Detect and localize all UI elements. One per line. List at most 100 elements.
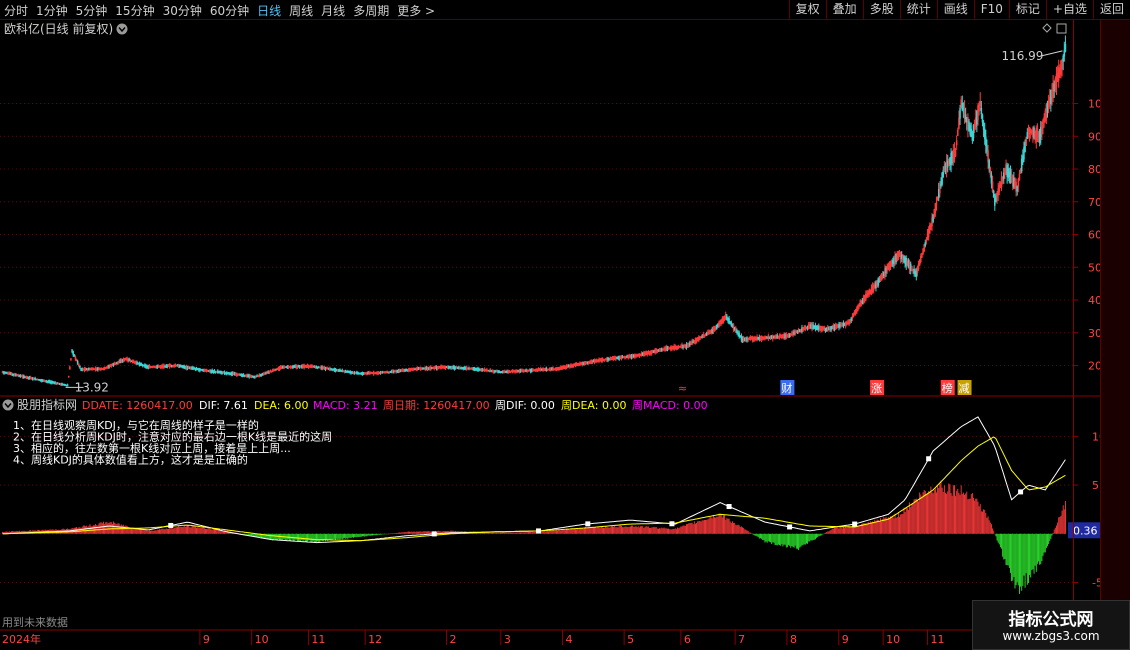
macd-bar — [925, 494, 927, 534]
candle-body — [944, 164, 947, 171]
macd-bar — [349, 533, 351, 538]
macd-bar — [427, 531, 428, 534]
macd-bar — [106, 521, 108, 534]
macd-bar — [177, 527, 178, 534]
macd-bar — [795, 533, 797, 549]
candle-body — [297, 365, 300, 368]
macd-bar — [987, 516, 989, 534]
candle-body — [661, 347, 663, 352]
candle-body — [766, 336, 768, 339]
candle-body — [941, 172, 943, 185]
macd-bar — [341, 533, 343, 540]
candle-body — [768, 336, 771, 339]
candle-body — [88, 367, 90, 371]
candle-body — [242, 374, 245, 377]
macd-bar — [576, 529, 578, 534]
macd-bar — [844, 527, 846, 534]
macd-bar — [211, 529, 213, 534]
macd-bar — [379, 533, 381, 535]
candle-body — [53, 381, 55, 384]
macd-bar — [1039, 533, 1041, 565]
macd-bar — [726, 518, 728, 534]
macd-bar — [764, 533, 766, 543]
macd-bar — [947, 491, 949, 534]
candle-body — [267, 371, 270, 374]
candle-body — [56, 382, 59, 385]
macd-bar — [409, 531, 410, 534]
macd-bar — [932, 493, 934, 534]
macd-bar — [1008, 533, 1010, 569]
macd-bar — [552, 530, 554, 534]
macd-bar — [1005, 533, 1007, 566]
macd-bar — [385, 533, 387, 535]
macd-bar — [692, 524, 694, 534]
macd-bar — [1013, 533, 1015, 577]
candle-body — [1007, 168, 1010, 178]
macd-bar — [886, 518, 888, 534]
macd-bar — [367, 533, 369, 536]
candle-body — [474, 367, 477, 371]
macd-bar — [901, 514, 903, 534]
future-data-note: 用到未来数据 — [2, 615, 68, 629]
macd-bar — [953, 485, 955, 534]
candle-body — [315, 365, 318, 369]
macd-bar — [95, 523, 97, 534]
macd-bar — [364, 533, 366, 537]
macd-bar — [314, 533, 316, 543]
macd-bar — [970, 494, 972, 534]
candle-body — [1020, 158, 1023, 172]
candle-body — [630, 354, 633, 359]
candle-body — [726, 315, 728, 321]
macd-bar — [768, 533, 770, 542]
macd-bar — [344, 533, 345, 538]
x-axis-month-8: 6 — [684, 633, 691, 646]
candle-body — [381, 371, 384, 374]
candle-body — [137, 362, 139, 365]
candle-body — [223, 371, 226, 374]
macd-bar — [103, 521, 104, 534]
macd-bar — [703, 520, 705, 534]
macd-bar — [904, 512, 906, 534]
macd-bar — [105, 522, 107, 534]
macd-bar — [1001, 533, 1002, 549]
macd-bar — [1022, 533, 1024, 586]
macd-bar — [603, 527, 604, 534]
candle-body — [980, 107, 983, 115]
macd-bar — [249, 533, 251, 536]
macd-bar — [1058, 517, 1060, 534]
macd-bar — [950, 493, 952, 534]
macd-bar — [504, 532, 506, 534]
candle-body — [228, 372, 230, 375]
macd-bar — [709, 517, 711, 534]
x-axis-month-7: 5 — [627, 633, 634, 646]
macd-bar — [418, 531, 419, 534]
macd-bar — [391, 533, 393, 534]
macd-bar — [527, 531, 529, 534]
candle-body — [883, 271, 885, 276]
macd-bar — [998, 533, 1000, 545]
macd-bar — [746, 530, 748, 534]
macd-bar — [268, 533, 270, 540]
candle-body — [138, 362, 141, 366]
candle-body — [328, 368, 330, 370]
macd-bar — [928, 491, 930, 534]
macd-bar — [962, 492, 964, 534]
indicator-value-0: DDATE: 1260417.00 — [82, 399, 193, 412]
candle-body — [472, 367, 475, 371]
candle-body — [909, 263, 912, 271]
macd-bar — [699, 520, 701, 534]
macd-bar — [252, 533, 254, 536]
cross-marker — [787, 524, 793, 530]
macd-bar — [347, 533, 349, 539]
macd-bar — [812, 533, 814, 541]
macd-bar — [346, 533, 348, 539]
x-axis-month-12: 10 — [886, 633, 900, 646]
macd-bar — [355, 533, 357, 538]
macd-bar — [548, 531, 550, 534]
macd-bar — [936, 492, 937, 534]
macd-bar — [1019, 533, 1020, 594]
macd-bar — [974, 500, 976, 534]
macd-bar — [1002, 533, 1004, 557]
candle-body — [423, 367, 425, 370]
macd-bar — [840, 527, 842, 534]
